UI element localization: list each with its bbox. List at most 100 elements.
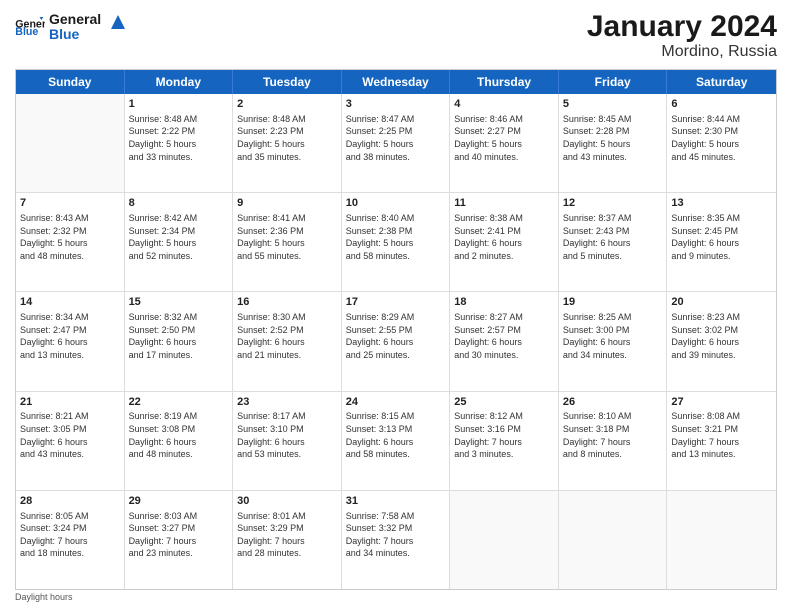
cell-line: Sunrise: 8:08 AM [671,410,772,423]
cell-line: Daylight: 5 hours [237,138,337,151]
logo-triangle-icon [107,11,129,33]
day-cell-14: 14Sunrise: 8:34 AMSunset: 2:47 PMDayligh… [16,292,125,390]
day-number: 30 [237,494,337,509]
cell-line: Daylight: 7 hours [454,436,554,449]
day-cell-12: 12Sunrise: 8:37 AMSunset: 2:43 PMDayligh… [559,193,668,291]
cell-line: Daylight: 7 hours [129,535,229,548]
calendar-header: SundayMondayTuesdayWednesdayThursdayFrid… [16,70,776,94]
day-number: 22 [129,395,229,410]
day-number: 27 [671,395,772,410]
day-cell-10: 10Sunrise: 8:40 AMSunset: 2:38 PMDayligh… [342,193,451,291]
day-number: 3 [346,97,446,112]
day-cell-17: 17Sunrise: 8:29 AMSunset: 2:55 PMDayligh… [342,292,451,390]
day-number: 16 [237,295,337,310]
day-number: 4 [454,97,554,112]
cell-line: Sunrise: 8:10 AM [563,410,663,423]
cell-line: Daylight: 7 hours [563,436,663,449]
day-number: 31 [346,494,446,509]
calendar-week-2: 7Sunrise: 8:43 AMSunset: 2:32 PMDaylight… [16,193,776,292]
cell-line: and 34 minutes. [563,349,663,362]
day-number: 21 [20,395,120,410]
cell-line: Sunrise: 8:46 AM [454,113,554,126]
cell-line: Sunset: 2:47 PM [20,324,120,337]
cell-line: Sunrise: 8:43 AM [20,212,120,225]
cell-line: Sunset: 2:23 PM [237,125,337,138]
cell-line: Daylight: 6 hours [20,336,120,349]
cell-line: Daylight: 6 hours [671,237,772,250]
cell-line: and 48 minutes. [20,250,120,263]
cell-line: Sunset: 2:30 PM [671,125,772,138]
cell-line: and 53 minutes. [237,448,337,461]
cell-line: and 39 minutes. [671,349,772,362]
cell-line: Daylight: 7 hours [20,535,120,548]
cell-line: Sunset: 3:05 PM [20,423,120,436]
day-number: 9 [237,196,337,211]
cell-line: and 43 minutes. [563,151,663,164]
header-day-friday: Friday [559,70,668,94]
day-number: 11 [454,196,554,211]
cell-line: and 52 minutes. [129,250,229,263]
cell-line: and 30 minutes. [454,349,554,362]
cell-line: Daylight: 5 hours [346,237,446,250]
cell-line: Daylight: 5 hours [454,138,554,151]
day-cell-16: 16Sunrise: 8:30 AMSunset: 2:52 PMDayligh… [233,292,342,390]
logo-icon: General Blue [15,17,45,35]
cell-line: Sunrise: 8:37 AM [563,212,663,225]
cell-line: Sunset: 3:32 PM [346,522,446,535]
cell-line: Sunset: 2:45 PM [671,225,772,238]
day-cell-6: 6Sunrise: 8:44 AMSunset: 2:30 PMDaylight… [667,94,776,192]
cell-line: and 13 minutes. [20,349,120,362]
cell-line: Sunrise: 8:15 AM [346,410,446,423]
cell-line: Sunset: 2:28 PM [563,125,663,138]
day-number: 18 [454,295,554,310]
page-title: January 2024 [587,10,777,43]
day-number: 12 [563,196,663,211]
logo: General Blue General Blue [15,10,129,43]
cell-line: Daylight: 6 hours [563,336,663,349]
cell-line: and 58 minutes. [346,250,446,263]
cell-line: Sunrise: 8:47 AM [346,113,446,126]
cell-line: Daylight: 6 hours [346,336,446,349]
day-cell-21: 21Sunrise: 8:21 AMSunset: 3:05 PMDayligh… [16,392,125,490]
header-day-wednesday: Wednesday [342,70,451,94]
day-cell-26: 26Sunrise: 8:10 AMSunset: 3:18 PMDayligh… [559,392,668,490]
day-cell-19: 19Sunrise: 8:25 AMSunset: 3:00 PMDayligh… [559,292,668,390]
cell-line: Sunrise: 8:35 AM [671,212,772,225]
header-day-tuesday: Tuesday [233,70,342,94]
cell-line: Daylight: 7 hours [346,535,446,548]
cell-line: Daylight: 6 hours [454,336,554,349]
day-cell-5: 5Sunrise: 8:45 AMSunset: 2:28 PMDaylight… [559,94,668,192]
day-cell-9: 9Sunrise: 8:41 AMSunset: 2:36 PMDaylight… [233,193,342,291]
cell-line: Sunrise: 8:17 AM [237,410,337,423]
cell-line: Sunset: 2:22 PM [129,125,229,138]
day-number: 15 [129,295,229,310]
cell-line: Sunset: 2:43 PM [563,225,663,238]
cell-line: and 9 minutes. [671,250,772,263]
svg-text:Blue: Blue [15,26,38,35]
day-number: 26 [563,395,663,410]
logo-line2: Blue [49,27,101,42]
cell-line: Sunrise: 8:05 AM [20,510,120,523]
cell-line: Sunrise: 8:41 AM [237,212,337,225]
calendar-week-4: 21Sunrise: 8:21 AMSunset: 3:05 PMDayligh… [16,392,776,491]
title-area: January 2024 Mordino, Russia [587,10,777,61]
day-number: 19 [563,295,663,310]
cell-line: Sunrise: 8:48 AM [237,113,337,126]
day-cell-8: 8Sunrise: 8:42 AMSunset: 2:34 PMDaylight… [125,193,234,291]
cell-line: Sunset: 2:38 PM [346,225,446,238]
day-cell-7: 7Sunrise: 8:43 AMSunset: 2:32 PMDaylight… [16,193,125,291]
cell-line: and 21 minutes. [237,349,337,362]
day-cell-22: 22Sunrise: 8:19 AMSunset: 3:08 PMDayligh… [125,392,234,490]
header-day-monday: Monday [125,70,234,94]
cell-line: Daylight: 5 hours [671,138,772,151]
cell-line: and 33 minutes. [129,151,229,164]
cell-line: Daylight: 5 hours [129,237,229,250]
cell-line: Sunrise: 8:34 AM [20,311,120,324]
cell-line: Daylight: 6 hours [671,336,772,349]
cell-line: and 23 minutes. [129,547,229,560]
calendar-week-3: 14Sunrise: 8:34 AMSunset: 2:47 PMDayligh… [16,292,776,391]
calendar-body: 1Sunrise: 8:48 AMSunset: 2:22 PMDaylight… [16,94,776,589]
day-cell-4: 4Sunrise: 8:46 AMSunset: 2:27 PMDaylight… [450,94,559,192]
cell-line: Daylight: 6 hours [20,436,120,449]
cell-line: Sunrise: 8:38 AM [454,212,554,225]
